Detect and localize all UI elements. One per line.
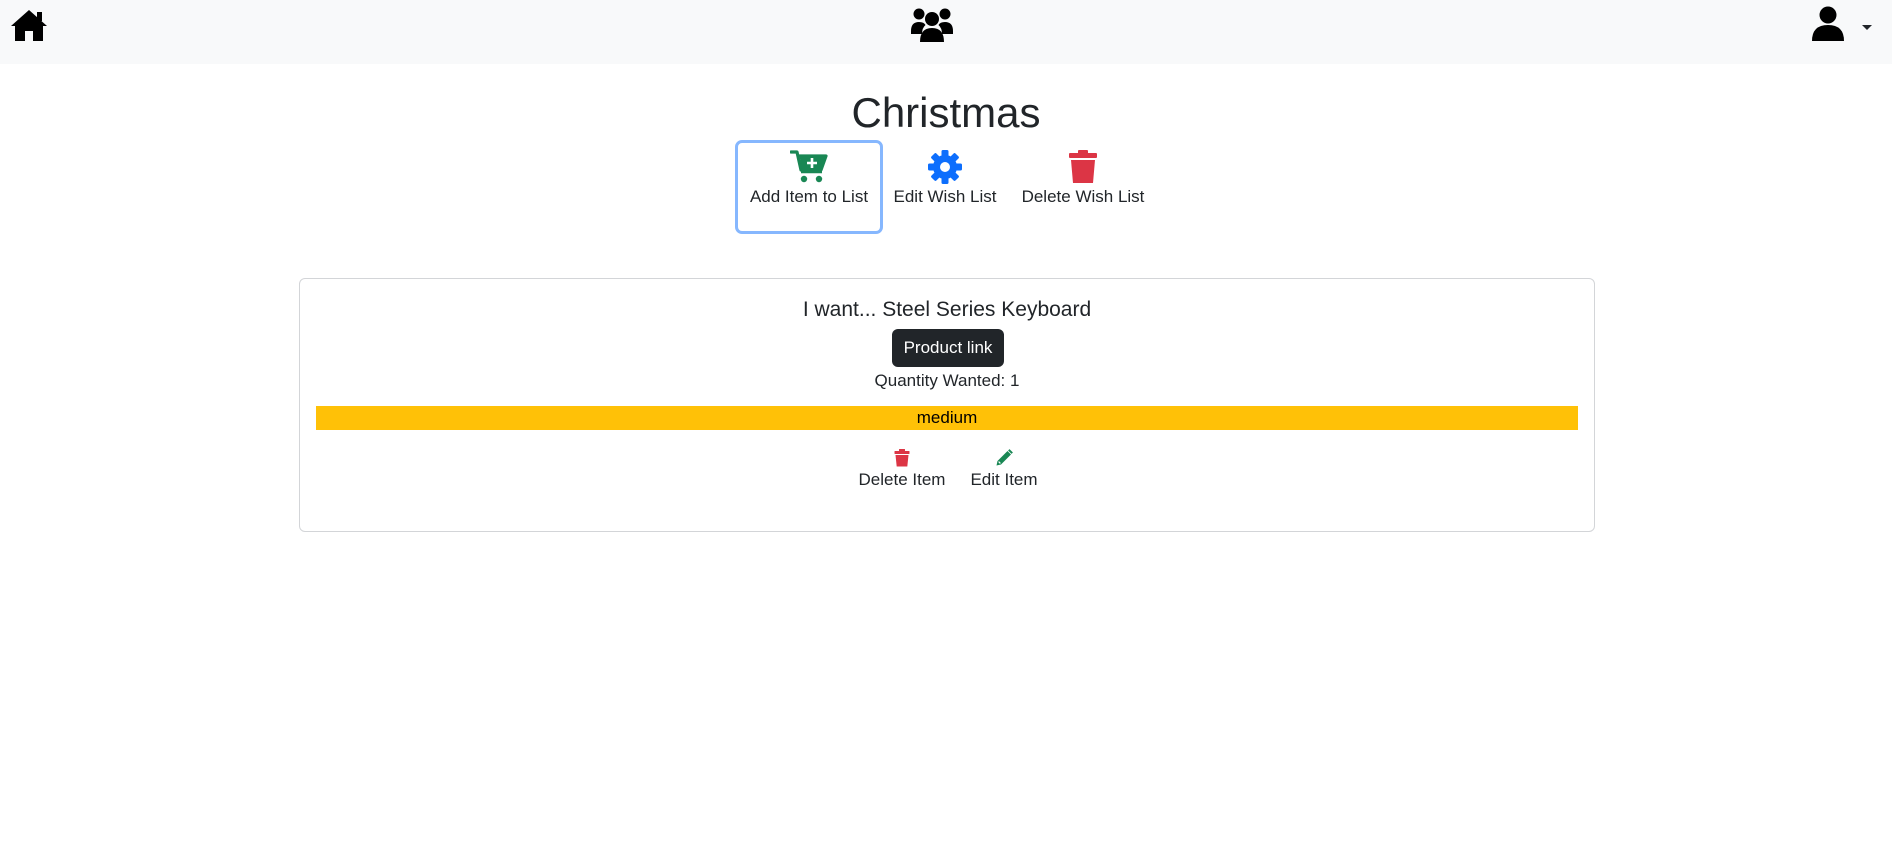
delete-wish-list-button[interactable]: Delete Wish List: [1018, 140, 1148, 234]
home-link[interactable]: [10, 8, 48, 42]
trash-icon: [894, 449, 910, 467]
delete-item-button[interactable]: Delete Item: [857, 449, 947, 491]
users-icon: [911, 8, 953, 42]
home-icon: [11, 10, 47, 41]
user-icon: [1812, 6, 1844, 41]
delete-item-label: Delete Item: [858, 470, 946, 489]
edit-item-label: Edit Item: [970, 470, 1038, 489]
product-link-button[interactable]: Product link: [892, 329, 1004, 367]
gear-icon: [928, 150, 962, 184]
groups-link[interactable]: [910, 7, 954, 43]
edit-wish-list-label: Edit Wish List: [893, 187, 997, 206]
add-item-label: Add Item to List: [749, 187, 869, 206]
pencil-icon: [996, 449, 1013, 466]
caret-down-icon: [1862, 25, 1872, 30]
delete-wish-list-label: Delete Wish List: [1021, 187, 1145, 206]
wish-item-card: I want... Steel Series Keyboard Product …: [299, 278, 1595, 532]
navbar: [0, 0, 1892, 64]
edit-item-button[interactable]: Edit Item: [967, 449, 1041, 491]
item-title: I want... Steel Series Keyboard: [802, 298, 1092, 321]
edit-wish-list-button[interactable]: Edit Wish List: [888, 140, 1002, 234]
priority-badge: medium: [316, 406, 1578, 430]
trash-icon: [1069, 150, 1097, 183]
quantity-wanted: Quantity Wanted: 1: [874, 371, 1020, 390]
page-title: Christmas: [851, 89, 1041, 136]
cart-plus-icon: [790, 150, 828, 183]
user-menu[interactable]: [1812, 6, 1874, 42]
add-item-button[interactable]: Add Item to List: [735, 140, 883, 234]
